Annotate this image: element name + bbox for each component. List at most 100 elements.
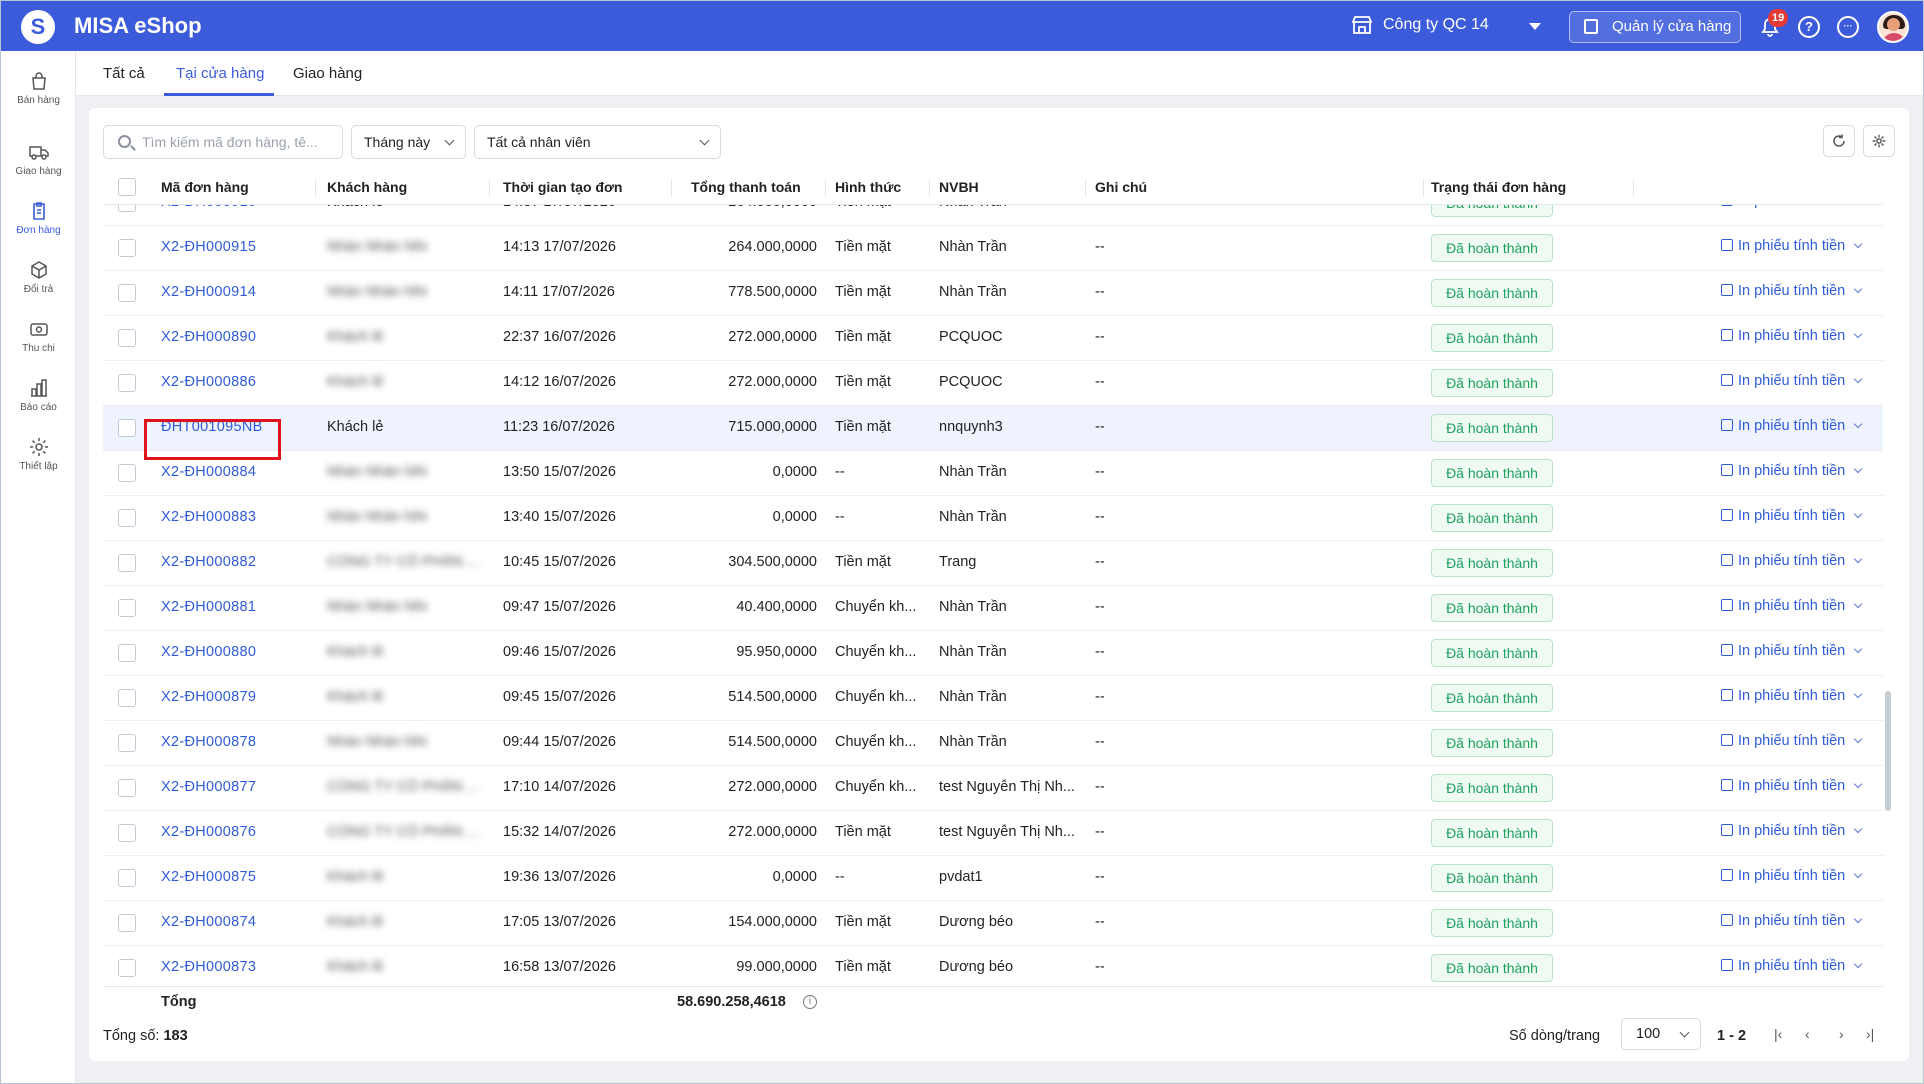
column-header-note[interactable]: Ghi chú xyxy=(1095,179,1147,195)
tab-in-store[interactable]: Tại cửa hàng xyxy=(176,65,264,82)
table-row[interactable]: ĐHT001095NB Khách lẻ 11:23 16/07/2026 715.0… xyxy=(103,406,1883,451)
column-header-total[interactable]: Tổng thanh toán xyxy=(691,179,801,195)
chevron-down-icon[interactable] xyxy=(1853,644,1863,654)
column-header-customer[interactable]: Khách hàng xyxy=(327,179,407,195)
chevron-down-icon[interactable] xyxy=(1853,914,1863,924)
chevron-down-icon[interactable] xyxy=(1853,869,1863,879)
order-code-link[interactable]: X2-ĐH000873 xyxy=(161,959,256,975)
table-row[interactable]: X2-ĐH000881 Nhàn Nhàn hihi 09:47 15/07/202… xyxy=(103,586,1883,631)
chevron-down-icon[interactable] xyxy=(1853,329,1863,339)
avatar[interactable] xyxy=(1877,11,1909,43)
order-code-link[interactable]: X2-ĐH000877 xyxy=(161,779,256,795)
misa-logo-icon[interactable]: S xyxy=(21,10,55,44)
table-row[interactable]: X2-ĐH000876 CÔNG TY CỔ PHẦN ... 15:32 14/0… xyxy=(103,811,1883,856)
print-receipt-button[interactable]: In phiếu tính tiền xyxy=(1721,463,1863,479)
order-code-link[interactable]: X2-ĐH000882 xyxy=(161,554,256,570)
chevron-down-icon[interactable] xyxy=(1853,419,1863,429)
order-code-link[interactable]: X2-ĐH000878 xyxy=(161,734,256,750)
table-row[interactable]: X2-ĐH000873 Khách lẻ 16:58 13/07/2026 99.00… xyxy=(103,946,1883,986)
chevron-down-icon[interactable] xyxy=(1853,824,1863,834)
row-checkbox[interactable] xyxy=(118,239,136,257)
table-row[interactable]: X2-ĐH000916 Khách lẻ 14:37 17/07/2026 264.0… xyxy=(103,205,1883,226)
column-header-payment-method[interactable]: Hình thức xyxy=(835,179,901,195)
table-row[interactable]: X2-ĐH000914 Nhàn Nhàn hihi 14:11 17/07/202… xyxy=(103,271,1883,316)
print-receipt-button[interactable]: In phiếu tính tiền xyxy=(1721,733,1863,749)
print-receipt-button[interactable]: In phiếu tính tiền xyxy=(1721,598,1863,614)
settings-button[interactable] xyxy=(1863,125,1895,157)
order-code-link[interactable]: X2-ĐH000879 xyxy=(161,689,256,705)
sidebar-item-doi-tra[interactable]: Đổi trả xyxy=(1,252,76,308)
chevron-down-icon[interactable] xyxy=(1853,734,1863,744)
order-code-link[interactable]: X2-ĐH000915 xyxy=(161,239,256,255)
info-icon[interactable]: i xyxy=(803,995,817,1009)
row-checkbox[interactable] xyxy=(118,374,136,392)
store-management-button[interactable]: Quản lý cửa hàng xyxy=(1569,11,1741,43)
help-icon[interactable]: ? xyxy=(1798,16,1820,38)
period-dropdown[interactable]: Tháng này xyxy=(351,125,466,159)
row-checkbox[interactable] xyxy=(118,329,136,347)
sidebar-item-bao-cao[interactable]: Báo cáo xyxy=(1,370,76,426)
print-receipt-button[interactable]: In phiếu tính tiền xyxy=(1721,328,1863,344)
first-page-icon[interactable]: |‹ xyxy=(1774,1026,1782,1042)
row-checkbox[interactable] xyxy=(118,914,136,932)
table-row[interactable]: X2-ĐH000878 Nhàn Nhàn hihi 09:44 15/07/202… xyxy=(103,721,1883,766)
print-receipt-button[interactable]: In phiếu tính tiền xyxy=(1721,508,1863,524)
print-receipt-button[interactable]: In phiếu tính tiền xyxy=(1721,913,1863,929)
search-input[interactable]: Tìm kiếm mã đơn hàng, tê... xyxy=(103,125,343,159)
column-header-order-code[interactable]: Mã đơn hàng xyxy=(161,179,249,195)
company-selector[interactable]: Công ty QC 14 xyxy=(1383,16,1489,34)
row-checkbox[interactable] xyxy=(118,869,136,887)
chevron-down-icon[interactable] xyxy=(1529,23,1541,30)
order-code-link[interactable]: X2-ĐH000884 xyxy=(161,464,256,480)
table-row[interactable]: X2-ĐH000890 Khách lẻ 22:37 16/07/2026 272.0… xyxy=(103,316,1883,361)
table-row[interactable]: X2-ĐH000880 Khách lẻ 09:46 15/07/2026 95.95… xyxy=(103,631,1883,676)
print-receipt-button[interactable]: In phiếu tính tiền xyxy=(1721,373,1863,389)
table-row[interactable]: X2-ĐH000883 Nhàn Nhàn hihi 13:40 15/07/202… xyxy=(103,496,1883,541)
sidebar-item-thiet-lap[interactable]: Thiết lập xyxy=(1,429,76,485)
order-code-link[interactable]: X2-ĐH000883 xyxy=(161,509,256,525)
row-checkbox[interactable] xyxy=(118,689,136,707)
staff-dropdown[interactable]: Tất cả nhân viên xyxy=(474,125,721,159)
table-row[interactable]: X2-ĐH000879 Khách lẻ 09:45 15/07/2026 514.5… xyxy=(103,676,1883,721)
tab-delivery[interactable]: Giao hàng xyxy=(293,65,362,82)
chevron-down-icon[interactable] xyxy=(1853,554,1863,564)
tab-all[interactable]: Tất cả xyxy=(103,65,145,82)
row-checkbox[interactable] xyxy=(118,779,136,797)
next-page-icon[interactable]: › xyxy=(1839,1026,1844,1042)
order-code-link[interactable]: X2-ĐH000914 xyxy=(161,284,256,300)
column-header-status[interactable]: Trạng thái đơn hàng xyxy=(1431,179,1566,195)
table-row[interactable]: X2-ĐH000884 Nhàn Nhàn hihi 13:50 15/07/202… xyxy=(103,451,1883,496)
order-code-link[interactable]: X2-ĐH000881 xyxy=(161,599,256,615)
table-row[interactable]: X2-ĐH000877 CÔNG TY CỔ PHẦN ... 17:10 14/0… xyxy=(103,766,1883,811)
chevron-down-icon[interactable] xyxy=(1853,239,1863,249)
print-receipt-button[interactable]: In phiếu tính tiền xyxy=(1721,205,1861,209)
row-checkbox[interactable] xyxy=(118,599,136,617)
order-code-link[interactable]: X2-ĐH000874 xyxy=(161,914,256,930)
print-receipt-button[interactable]: In phiếu tính tiền xyxy=(1721,418,1863,434)
more-options-icon[interactable]: ··· xyxy=(1837,16,1859,38)
print-receipt-button[interactable]: In phiếu tính tiền xyxy=(1721,823,1863,839)
sidebar-item-ban-hang[interactable]: Bán hàng xyxy=(1,63,76,119)
print-receipt-button[interactable]: In phiếu tính tiền xyxy=(1721,688,1863,704)
order-code-link[interactable]: X2-ĐH000875 xyxy=(161,869,256,885)
sidebar-item-thu-chi[interactable]: Thu chi xyxy=(1,311,76,367)
chevron-down-icon[interactable] xyxy=(1853,284,1863,294)
chevron-down-icon[interactable] xyxy=(1853,599,1863,609)
chevron-down-icon[interactable] xyxy=(1853,779,1863,789)
select-all-checkbox[interactable] xyxy=(118,178,136,196)
chevron-down-icon[interactable] xyxy=(1853,689,1863,699)
print-receipt-button[interactable]: In phiếu tính tiền xyxy=(1721,778,1863,794)
print-receipt-button[interactable]: In phiếu tính tiền xyxy=(1721,553,1863,569)
row-checkbox[interactable] xyxy=(118,509,136,527)
column-header-staff[interactable]: NVBH xyxy=(939,179,979,195)
chevron-down-icon[interactable] xyxy=(1853,464,1863,474)
table-row[interactable]: X2-ĐH000882 CÔNG TY CỔ PHẦN ... 10:45 15/0… xyxy=(103,541,1883,586)
chevron-down-icon[interactable] xyxy=(1853,959,1863,969)
print-receipt-button[interactable]: In phiếu tính tiền xyxy=(1721,283,1863,299)
table-row[interactable]: X2-ĐH000915 Nhàn Nhàn hihi 14:13 17/07/202… xyxy=(103,226,1883,271)
vertical-scrollbar[interactable] xyxy=(1885,691,1891,811)
row-checkbox[interactable] xyxy=(118,419,136,437)
page-size-dropdown[interactable]: 100 xyxy=(1621,1018,1701,1050)
row-checkbox[interactable] xyxy=(118,464,136,482)
order-code-link[interactable]: X2-ĐH000886 xyxy=(161,374,256,390)
